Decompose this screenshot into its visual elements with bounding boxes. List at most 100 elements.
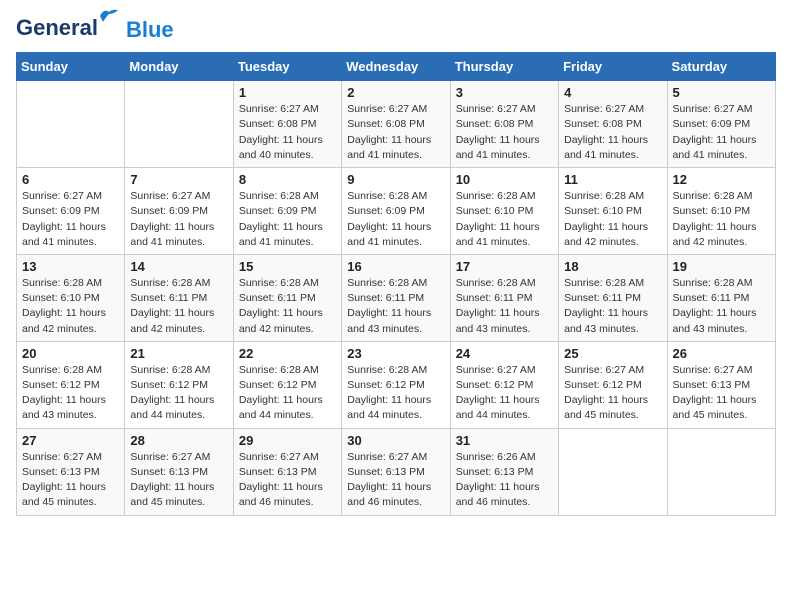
calendar-cell bbox=[559, 428, 667, 515]
calendar-cell bbox=[667, 428, 775, 515]
column-header-monday: Monday bbox=[125, 53, 233, 81]
day-number: 7 bbox=[130, 172, 227, 187]
day-number: 6 bbox=[22, 172, 119, 187]
day-info: Sunrise: 6:28 AM Sunset: 6:09 PM Dayligh… bbox=[239, 189, 336, 250]
day-number: 10 bbox=[456, 172, 553, 187]
calendar-week-row: 13 Sunrise: 6:28 AM Sunset: 6:10 PM Dayli… bbox=[17, 254, 776, 341]
day-info: Sunrise: 6:28 AM Sunset: 6:11 PM Dayligh… bbox=[673, 276, 770, 337]
day-info: Sunrise: 6:27 AM Sunset: 6:12 PM Dayligh… bbox=[564, 363, 661, 424]
day-info: Sunrise: 6:27 AM Sunset: 6:08 PM Dayligh… bbox=[564, 102, 661, 163]
day-info: Sunrise: 6:27 AM Sunset: 6:09 PM Dayligh… bbox=[22, 189, 119, 250]
column-header-tuesday: Tuesday bbox=[233, 53, 341, 81]
day-info: Sunrise: 6:28 AM Sunset: 6:12 PM Dayligh… bbox=[130, 363, 227, 424]
calendar-cell bbox=[125, 81, 233, 168]
calendar-cell: 2Sunrise: 6:27 AM Sunset: 6:08 PM Daylig… bbox=[342, 81, 450, 168]
page-header: General Blue bbox=[16, 16, 776, 42]
day-number: 22 bbox=[239, 346, 336, 361]
day-info: Sunrise: 6:28 AM Sunset: 6:11 PM Dayligh… bbox=[564, 276, 661, 337]
calendar-cell: 14 Sunrise: 6:28 AM Sunset: 6:11 PM Dayli… bbox=[125, 254, 233, 341]
day-info: Sunrise: 6:28 AM Sunset: 6:09 PM Dayligh… bbox=[347, 189, 444, 250]
day-info: Sunrise: 6:26 AM Sunset: 6:13 PM Dayligh… bbox=[456, 450, 553, 511]
day-info: Sunrise: 6:27 AM Sunset: 6:09 PM Dayligh… bbox=[130, 189, 227, 250]
calendar-cell: 31 Sunrise: 6:26 AM Sunset: 6:13 PM Dayli… bbox=[450, 428, 558, 515]
calendar-cell: 22 Sunrise: 6:28 AM Sunset: 6:12 PM Dayli… bbox=[233, 341, 341, 428]
day-number: 14 bbox=[130, 259, 227, 274]
day-number: 28 bbox=[130, 433, 227, 448]
day-info: Sunrise: 6:27 AM Sunset: 6:13 PM Dayligh… bbox=[130, 450, 227, 511]
calendar-cell: 7 Sunrise: 6:27 AM Sunset: 6:09 PM Daylig… bbox=[125, 168, 233, 255]
day-number: 29 bbox=[239, 433, 336, 448]
day-number: 24 bbox=[456, 346, 553, 361]
day-info: Sunrise: 6:28 AM Sunset: 6:10 PM Dayligh… bbox=[673, 189, 770, 250]
day-number: 30 bbox=[347, 433, 444, 448]
day-info: Sunrise: 6:28 AM Sunset: 6:10 PM Dayligh… bbox=[22, 276, 119, 337]
calendar-cell: 4Sunrise: 6:27 AM Sunset: 6:08 PM Daylig… bbox=[559, 81, 667, 168]
day-number: 3 bbox=[456, 85, 553, 100]
day-info: Sunrise: 6:28 AM Sunset: 6:11 PM Dayligh… bbox=[347, 276, 444, 337]
logo: General Blue bbox=[16, 16, 174, 42]
day-info: Sunrise: 6:28 AM Sunset: 6:10 PM Dayligh… bbox=[564, 189, 661, 250]
day-info: Sunrise: 6:27 AM Sunset: 6:13 PM Dayligh… bbox=[673, 363, 770, 424]
calendar-week-row: 1 Sunrise: 6:27 AM Sunset: 6:08 PM Daylig… bbox=[17, 81, 776, 168]
day-number: 8 bbox=[239, 172, 336, 187]
calendar-cell: 12 Sunrise: 6:28 AM Sunset: 6:10 PM Dayli… bbox=[667, 168, 775, 255]
day-info: Sunrise: 6:28 AM Sunset: 6:12 PM Dayligh… bbox=[239, 363, 336, 424]
calendar-week-row: 27Sunrise: 6:27 AM Sunset: 6:13 PM Dayli… bbox=[17, 428, 776, 515]
calendar-week-row: 20 Sunrise: 6:28 AM Sunset: 6:12 PM Dayli… bbox=[17, 341, 776, 428]
day-number: 23 bbox=[347, 346, 444, 361]
day-info: Sunrise: 6:28 AM Sunset: 6:11 PM Dayligh… bbox=[239, 276, 336, 337]
calendar-cell: 26 Sunrise: 6:27 AM Sunset: 6:13 PM Dayli… bbox=[667, 341, 775, 428]
calendar-cell: 3 Sunrise: 6:27 AM Sunset: 6:08 PM Daylig… bbox=[450, 81, 558, 168]
column-header-sunday: Sunday bbox=[17, 53, 125, 81]
calendar-cell: 28 Sunrise: 6:27 AM Sunset: 6:13 PM Dayli… bbox=[125, 428, 233, 515]
day-number: 25 bbox=[564, 346, 661, 361]
day-number: 31 bbox=[456, 433, 553, 448]
day-number: 12 bbox=[673, 172, 770, 187]
day-number: 20 bbox=[22, 346, 119, 361]
logo-bird-icon bbox=[98, 8, 120, 24]
calendar-cell: 24 Sunrise: 6:27 AM Sunset: 6:12 PM Dayli… bbox=[450, 341, 558, 428]
day-info: Sunrise: 6:28 AM Sunset: 6:11 PM Dayligh… bbox=[456, 276, 553, 337]
column-header-saturday: Saturday bbox=[667, 53, 775, 81]
calendar-cell: 13 Sunrise: 6:28 AM Sunset: 6:10 PM Dayli… bbox=[17, 254, 125, 341]
day-info: Sunrise: 6:28 AM Sunset: 6:12 PM Dayligh… bbox=[347, 363, 444, 424]
calendar-cell: 20 Sunrise: 6:28 AM Sunset: 6:12 PM Dayli… bbox=[17, 341, 125, 428]
calendar-cell: 11Sunrise: 6:28 AM Sunset: 6:10 PM Dayli… bbox=[559, 168, 667, 255]
calendar-cell: 10 Sunrise: 6:28 AM Sunset: 6:10 PM Dayli… bbox=[450, 168, 558, 255]
calendar-cell: 18 Sunrise: 6:28 AM Sunset: 6:11 PM Dayli… bbox=[559, 254, 667, 341]
calendar-cell: 29Sunrise: 6:27 AM Sunset: 6:13 PM Dayli… bbox=[233, 428, 341, 515]
column-header-thursday: Thursday bbox=[450, 53, 558, 81]
calendar-cell: 23 Sunrise: 6:28 AM Sunset: 6:12 PM Dayli… bbox=[342, 341, 450, 428]
calendar-cell: 21 Sunrise: 6:28 AM Sunset: 6:12 PM Dayli… bbox=[125, 341, 233, 428]
day-info: Sunrise: 6:28 AM Sunset: 6:12 PM Dayligh… bbox=[22, 363, 119, 424]
calendar-cell: 27Sunrise: 6:27 AM Sunset: 6:13 PM Dayli… bbox=[17, 428, 125, 515]
calendar-cell: 1Sunrise: 6:27 AM Sunset: 6:08 PM Daylig… bbox=[233, 81, 341, 168]
day-number: 18 bbox=[564, 259, 661, 274]
day-number: 9 bbox=[347, 172, 444, 187]
day-info: Sunrise: 6:28 AM Sunset: 6:11 PM Dayligh… bbox=[130, 276, 227, 337]
calendar-cell: 6 Sunrise: 6:27 AM Sunset: 6:09 PM Daylig… bbox=[17, 168, 125, 255]
calendar-cell: 17 Sunrise: 6:28 AM Sunset: 6:11 PM Dayli… bbox=[450, 254, 558, 341]
day-info: Sunrise: 6:27 AM Sunset: 6:08 PM Dayligh… bbox=[456, 102, 553, 163]
calendar-cell: 19Sunrise: 6:28 AM Sunset: 6:11 PM Dayli… bbox=[667, 254, 775, 341]
day-number: 13 bbox=[22, 259, 119, 274]
calendar-week-row: 6 Sunrise: 6:27 AM Sunset: 6:09 PM Daylig… bbox=[17, 168, 776, 255]
day-number: 17 bbox=[456, 259, 553, 274]
calendar-cell: 30 Sunrise: 6:27 AM Sunset: 6:13 PM Dayli… bbox=[342, 428, 450, 515]
calendar-cell: 16 Sunrise: 6:28 AM Sunset: 6:11 PM Dayli… bbox=[342, 254, 450, 341]
calendar-cell bbox=[17, 81, 125, 168]
day-number: 2 bbox=[347, 85, 444, 100]
day-info: Sunrise: 6:27 AM Sunset: 6:09 PM Dayligh… bbox=[673, 102, 770, 163]
logo-blue-text: Blue bbox=[126, 17, 174, 42]
calendar-cell: 8 Sunrise: 6:28 AM Sunset: 6:09 PM Daylig… bbox=[233, 168, 341, 255]
day-number: 1 bbox=[239, 85, 336, 100]
day-info: Sunrise: 6:27 AM Sunset: 6:12 PM Dayligh… bbox=[456, 363, 553, 424]
day-number: 21 bbox=[130, 346, 227, 361]
day-info: Sunrise: 6:28 AM Sunset: 6:10 PM Dayligh… bbox=[456, 189, 553, 250]
day-number: 26 bbox=[673, 346, 770, 361]
day-number: 15 bbox=[239, 259, 336, 274]
calendar-cell: 15 Sunrise: 6:28 AM Sunset: 6:11 PM Dayli… bbox=[233, 254, 341, 341]
day-info: Sunrise: 6:27 AM Sunset: 6:13 PM Dayligh… bbox=[347, 450, 444, 511]
day-number: 16 bbox=[347, 259, 444, 274]
calendar-header-row: SundayMondayTuesdayWednesdayThursdayFrid… bbox=[17, 53, 776, 81]
